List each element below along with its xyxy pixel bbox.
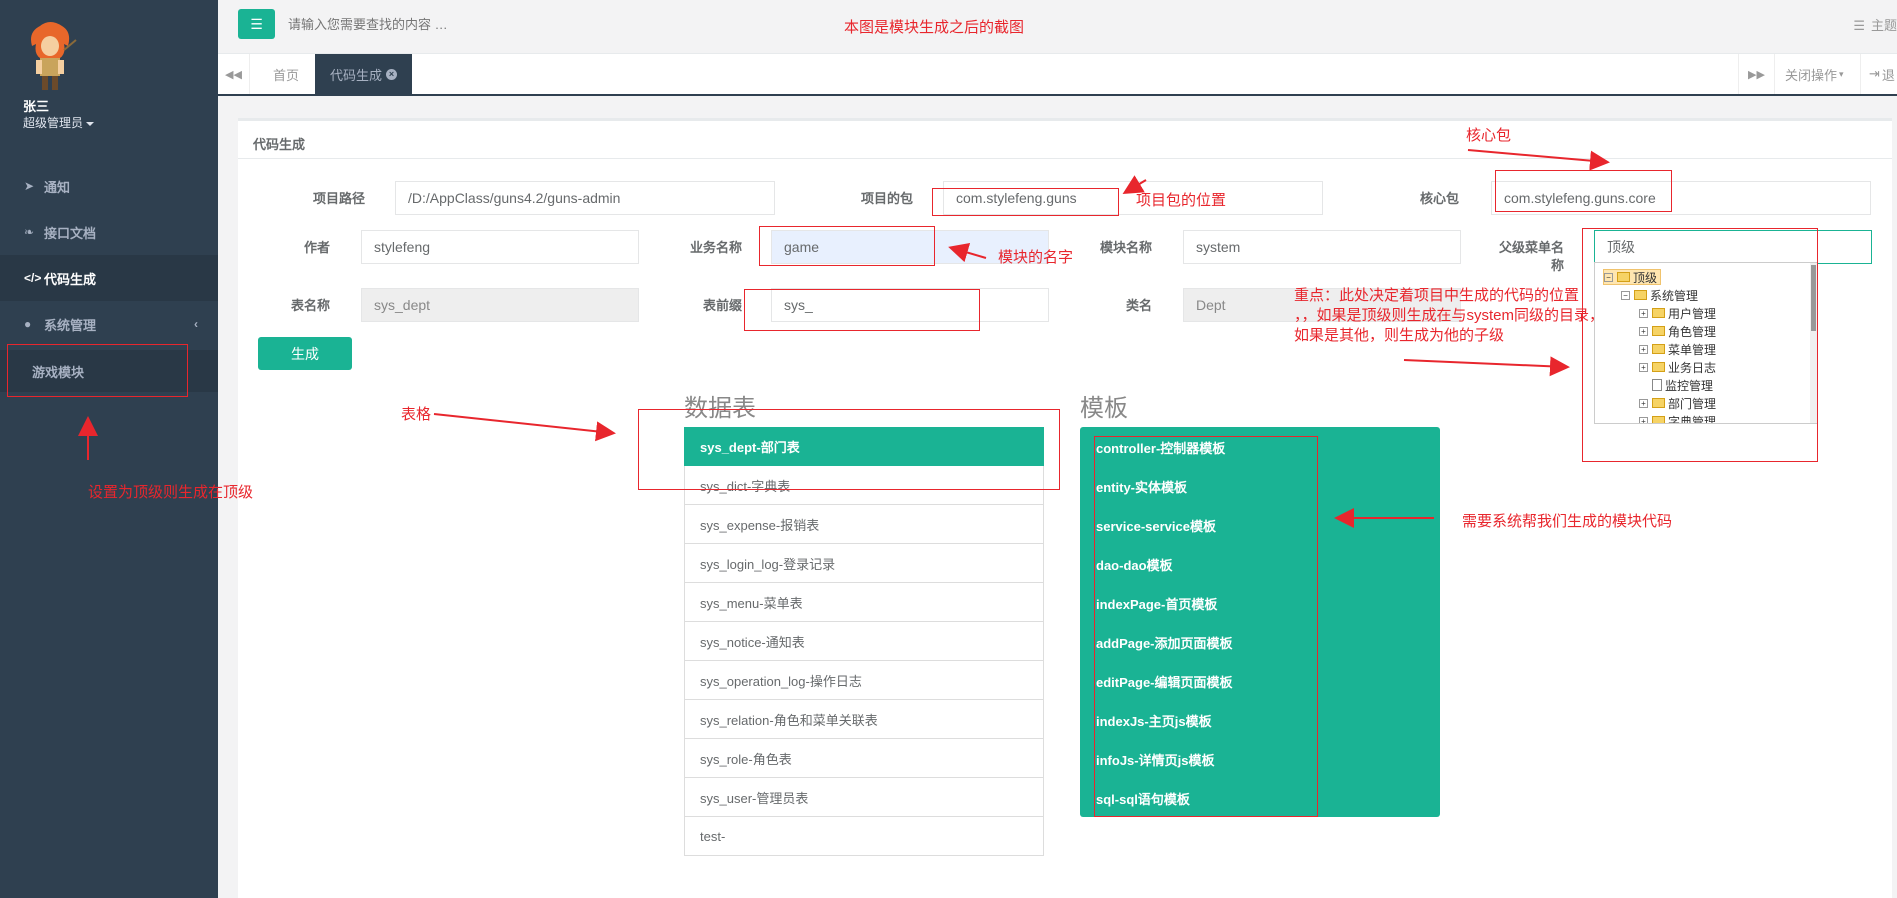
tab-home[interactable]: 首页 bbox=[258, 54, 314, 94]
tab-scroll-right-button[interactable]: ▶▶ bbox=[1738, 54, 1774, 94]
annotation-top-note: 本图是模块生成之后的截图 bbox=[844, 19, 1025, 36]
table-row[interactable]: sys_operation_log-操作日志 bbox=[684, 661, 1044, 700]
tables-list: sys_dept-部门表 sys_dict-字典表 sys_expense-报销… bbox=[684, 427, 1044, 856]
annotation-core-package: 核心包 bbox=[1466, 127, 1512, 144]
close-ops-label: 关闭操作 bbox=[1785, 67, 1838, 83]
top-navbar: ☰ ☰ 主题 bbox=[218, 0, 1897, 54]
user-role-dropdown[interactable]: 超级管理员 bbox=[23, 114, 95, 131]
list-icon: ☰ bbox=[1853, 18, 1865, 33]
user-icon: ● bbox=[24, 317, 32, 331]
annotation-box-core-package bbox=[1495, 170, 1672, 212]
table-row[interactable]: test- bbox=[684, 817, 1044, 856]
table-prefix-label: 表前缀 bbox=[703, 298, 743, 313]
annotation-box-biz-name bbox=[759, 226, 935, 266]
tab-scroll-left-button[interactable]: ◀◀ bbox=[218, 54, 250, 94]
theme-button[interactable]: ☰ 主题 bbox=[1853, 15, 1897, 34]
biz-name-label: 业务名称 bbox=[690, 240, 743, 255]
user-role-label: 超级管理员 bbox=[23, 116, 84, 130]
annotation-box-templates bbox=[1094, 436, 1318, 817]
sidebar-item-notice[interactable]: ➤ 通知 bbox=[0, 163, 218, 209]
sidebar-item-api-docs[interactable]: ❧ 接口文档 bbox=[0, 209, 218, 255]
parent-menu-label-line1: 父级菜单名 bbox=[1499, 240, 1565, 255]
parent-menu-label-line2: 称 bbox=[1551, 258, 1565, 273]
table-row[interactable]: sys_expense-报销表 bbox=[684, 505, 1044, 544]
table-row[interactable]: sys_menu-菜单表 bbox=[684, 583, 1044, 622]
table-row[interactable]: sys_role-角色表 bbox=[684, 739, 1044, 778]
annotation-box-tables bbox=[638, 409, 1060, 490]
table-row[interactable]: sys_notice-通知表 bbox=[684, 622, 1044, 661]
exit-button[interactable]: ⇥ 退 bbox=[1860, 54, 1897, 94]
project-path-label: 项目路径 bbox=[313, 191, 366, 206]
author-input[interactable] bbox=[361, 230, 639, 264]
annotation-box-project-package bbox=[932, 188, 1119, 216]
exit-label: 退 bbox=[1881, 67, 1895, 83]
annotation-key-point-3: 如果是其他，则生成为他的子级 bbox=[1294, 327, 1505, 344]
hamburger-icon: ☰ bbox=[250, 15, 263, 32]
theme-label: 主题 bbox=[1870, 18, 1897, 33]
annotation-box-table-prefix bbox=[744, 289, 980, 331]
sidebar-item-system[interactable]: ● 系统管理 ‹ bbox=[0, 301, 218, 347]
annotation-templates: 需要系统帮我们生成的模块代码 bbox=[1462, 513, 1673, 530]
table-name-input bbox=[361, 288, 639, 322]
annotation-box-parent-menu bbox=[1582, 228, 1818, 462]
tab-code-gen[interactable]: 代码生成 × bbox=[315, 54, 413, 94]
annotation-top-level: 设置为顶级则生成在顶级 bbox=[88, 484, 254, 501]
annotation-key-point-1: 重点：此处决定着项目中生成的代码的位置 bbox=[1294, 287, 1580, 304]
author-label: 作者 bbox=[304, 240, 331, 255]
annotation-key-point-2: ，，如果是顶级则生成在与system同级的目录， bbox=[1294, 307, 1605, 324]
templates-title: 模板 bbox=[1080, 395, 1128, 422]
tab-bar: ◀◀ 首页 代码生成 × ▶▶ 关闭操作 ▾ ⇥ 退 bbox=[218, 54, 1897, 96]
annotation-module-name: 模块的名字 bbox=[998, 249, 1074, 266]
content-area: 代码生成 bbox=[218, 96, 1897, 898]
table-row[interactable]: sys_relation-角色和菜单关联表 bbox=[684, 700, 1044, 739]
menu-toggle-button[interactable]: ☰ bbox=[238, 9, 275, 39]
module-name-label: 模块名称 bbox=[1100, 240, 1153, 255]
class-name-label: 类名 bbox=[1126, 298, 1153, 313]
table-name-label: 表名称 bbox=[291, 298, 331, 313]
backward-icon: ◀◀ bbox=[225, 68, 242, 81]
generate-button[interactable]: 生成 bbox=[258, 337, 352, 370]
project-path-input[interactable] bbox=[395, 181, 775, 215]
sidebar-item-label: 接口文档 bbox=[44, 225, 97, 241]
sidebar-item-label: 系统管理 bbox=[44, 317, 97, 333]
sign-out-icon: ⇥ bbox=[1869, 66, 1880, 81]
close-ops-dropdown[interactable]: 关闭操作 ▾ bbox=[1774, 54, 1860, 94]
sidebar-item-label: 通知 bbox=[44, 179, 71, 195]
panel-title: 代码生成 bbox=[238, 121, 1892, 159]
annotation-box-game-module bbox=[7, 344, 188, 397]
table-row[interactable]: sys_login_log-登录记录 bbox=[684, 544, 1044, 583]
caret-down-icon: ▾ bbox=[1839, 68, 1844, 79]
sidebar-item-code-gen[interactable]: </> 代码生成 bbox=[0, 255, 218, 301]
close-icon[interactable]: × bbox=[386, 68, 398, 80]
annotation-project-package: 项目包的位置 bbox=[1136, 192, 1227, 209]
sidebar: 张三 超级管理员 ➤ 通知 ❧ 接口文档 </> 代码生成 ● 系统管理 ‹ 游… bbox=[0, 0, 218, 898]
search-input[interactable] bbox=[288, 12, 688, 36]
sidebar-item-label: 代码生成 bbox=[44, 271, 97, 287]
caret-down-icon bbox=[86, 121, 95, 126]
project-package-label: 项目的包 bbox=[861, 191, 914, 206]
user-name: 张三 bbox=[23, 99, 50, 114]
chevron-left-icon: ‹ bbox=[194, 317, 198, 331]
module-name-input[interactable] bbox=[1183, 230, 1461, 264]
forward-icon: ▶▶ bbox=[1748, 68, 1765, 81]
tab-label: 代码生成 bbox=[330, 67, 383, 83]
table-row[interactable]: sys_user-管理员表 bbox=[684, 778, 1044, 817]
code-icon: </> bbox=[24, 271, 42, 285]
paper-plane-icon: ➤ bbox=[24, 179, 35, 193]
leaf-icon: ❧ bbox=[24, 225, 35, 239]
avatar[interactable] bbox=[22, 20, 78, 92]
annotation-table: 表格 bbox=[401, 406, 432, 423]
tab-label: 首页 bbox=[273, 67, 300, 83]
core-package-label: 核心包 bbox=[1420, 191, 1460, 206]
